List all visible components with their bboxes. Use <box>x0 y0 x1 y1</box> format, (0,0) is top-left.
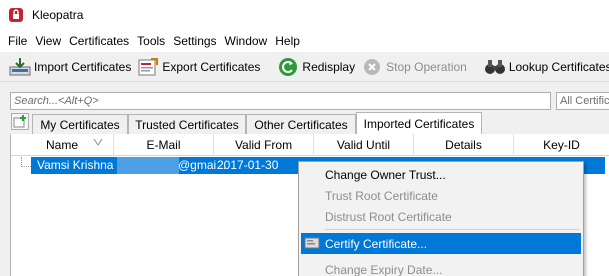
certify-label: Certify Certificate... <box>325 236 428 251</box>
import-certificates-button[interactable]: Import Certificates <box>6 55 134 79</box>
cell-name: Vamsi Krishna <box>37 158 114 172</box>
redisplay-button[interactable]: Redisplay <box>274 55 358 79</box>
binoculars-icon <box>484 59 505 74</box>
toolbar: Import Certificates Export Certificates … <box>0 52 609 82</box>
context-menu: Change Owner Trust... Trust Root Certifi… <box>298 161 584 276</box>
redisplay-icon <box>279 57 298 76</box>
menu-separator <box>325 229 579 230</box>
title-bar: Kleopatra <box>0 0 609 30</box>
menu-bar: File View Certificates Tools Settings Wi… <box>0 30 609 52</box>
new-tab-button[interactable] <box>11 113 29 130</box>
column-valid-until[interactable]: Valid Until <box>314 134 414 156</box>
menu-help[interactable]: Help <box>271 34 304 48</box>
column-email[interactable]: E-Mail <box>114 134 214 156</box>
export-label: Export Certificates <box>162 59 261 74</box>
search-row: Search...<Alt+Q> All Certific <box>0 86 609 110</box>
stop-label: Stop Operation <box>386 59 467 74</box>
filter-select[interactable]: All Certific <box>556 92 609 110</box>
column-name-label: Name <box>45 138 78 152</box>
cell-valid-from: 2017-01-30 <box>217 158 279 172</box>
certify-icon <box>304 237 320 249</box>
tab-my-certificates[interactable]: My Certificates <box>32 114 128 134</box>
menu-item-trust-root-certificate[interactable]: Trust Root Certificate <box>301 185 581 206</box>
kleopatra-app-icon <box>9 8 23 22</box>
table-header: Name E-Mail Valid From Valid Until Detai… <box>11 134 609 156</box>
import-icon <box>9 57 31 75</box>
import-label: Import Certificates <box>34 59 132 74</box>
stop-icon <box>364 58 381 75</box>
search-input[interactable]: Search...<Alt+Q> <box>10 92 551 110</box>
tree-connector <box>21 157 31 167</box>
export-certificates-button[interactable]: Export Certificates <box>134 55 263 79</box>
menu-view[interactable]: View <box>31 34 65 48</box>
new-tab-icon <box>13 115 26 128</box>
menu-window[interactable]: Window <box>221 34 272 48</box>
stop-operation-button[interactable]: Stop Operation <box>358 55 470 79</box>
menu-item-certify-certificate[interactable]: Certify Certificate... <box>301 233 581 254</box>
menu-tools[interactable]: Tools <box>133 34 169 48</box>
menu-item-change-expiry-date[interactable]: Change Expiry Date... <box>301 259 581 276</box>
menu-settings[interactable]: Settings <box>169 34 220 48</box>
tab-other-certificates[interactable]: Other Certificates <box>246 114 356 134</box>
tab-imported-certificates[interactable]: Imported Certificates <box>356 112 482 134</box>
column-valid-from[interactable]: Valid From <box>214 134 314 156</box>
export-icon <box>138 57 159 75</box>
menu-item-change-owner-trust[interactable]: Change Owner Trust... <box>301 164 581 185</box>
tab-bar: My Certificates Trusted Certificates Oth… <box>0 112 609 134</box>
column-details[interactable]: Details <box>414 134 514 156</box>
tab-trusted-certificates[interactable]: Trusted Certificates <box>128 114 246 134</box>
menu-file[interactable]: File <box>4 34 31 48</box>
menu-certificates[interactable]: Certificates <box>65 34 133 48</box>
sort-indicator-icon <box>93 138 103 146</box>
window-title: Kleopatra <box>32 8 84 22</box>
lookup-certificates-button[interactable]: Lookup Certificates on <box>481 55 609 79</box>
column-key-id[interactable]: Key-ID <box>514 134 609 156</box>
lookup-label: Lookup Certificates on <box>508 59 609 74</box>
column-name[interactable]: Name <box>11 134 114 156</box>
redisplay-label: Redisplay <box>302 59 356 74</box>
menu-item-distrust-root-certificate[interactable]: Distrust Root Certificate <box>301 206 581 227</box>
redacted-email <box>117 157 179 174</box>
